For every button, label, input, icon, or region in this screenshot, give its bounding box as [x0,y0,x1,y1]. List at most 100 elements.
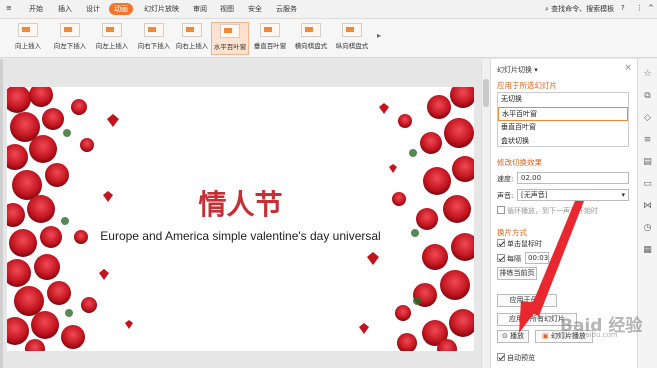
play-button[interactable]: ⊙ 播放 [497,330,529,343]
every-time-field[interactable]: 00:03 [525,252,549,264]
checkbox-checked-icon [497,239,505,247]
menu-more-icon[interactable]: ≡ [6,4,12,12]
play-label: 播放 [510,332,525,340]
transition-right-down-insert[interactable]: 向右下插入 [134,22,174,55]
transition-horizontal-blinds[interactable]: 水平百叶窗 [211,22,249,55]
image-icon[interactable]: ▭ [641,177,655,191]
menu-design[interactable]: 设计 [86,4,100,14]
transition-label: 垂直百叶窗 [253,42,287,50]
pane-title-text: 幻灯片切换 [497,66,532,74]
apply-master-button[interactable]: 应用于母版 [497,294,557,307]
transition-label: 向左上插入 [95,42,129,50]
every-checkbox[interactable]: 每隔 [497,254,521,264]
transition-label: 向右上插入 [175,42,209,50]
pane-title: 幻灯片切换 ▾ [497,65,538,75]
transition-label: 向左下插入 [53,42,87,50]
chevron-down-icon[interactable]: ▾ [534,66,538,74]
checkbox-checked-icon [497,254,505,262]
transition-preview-icon [220,24,240,38]
scrollbar-thumb[interactable] [483,79,489,107]
transition-left-up-insert[interactable]: 向左上插入 [92,22,132,55]
transition-preview-icon [260,23,280,37]
transition-preview-icon [60,23,80,37]
transition-up-insert[interactable]: 向上插入 [8,22,48,55]
list-item[interactable]: 垂直百叶窗 [498,121,628,135]
shapes-icon[interactable]: ◇ [641,111,655,125]
transition-right-up-insert[interactable]: 向右上插入 [172,22,212,55]
menu-bar: ≡ 开始 插入 设计 动画 幻灯片放映 审阅 视图 安全 云服务 ⌕ 查找命令、… [0,0,657,19]
close-icon[interactable]: × [624,63,632,73]
sliders-icon[interactable]: ≡ [641,133,655,147]
menu-review[interactable]: 审阅 [193,4,207,14]
app-window: ≡ 开始 插入 设计 动画 幻灯片放映 审阅 视图 安全 云服务 ⌕ 查找命令、… [0,0,657,368]
transition-preview-icon [301,23,321,37]
list-item[interactable]: 无切换 [498,93,628,107]
loop-checkbox[interactable]: 循环播放，到下一声音开始时 [497,206,598,216]
menu-start[interactable]: 开始 [29,4,43,14]
collapse-icon[interactable]: ^ [648,4,654,12]
grid-icon[interactable]: ▦ [641,243,655,257]
transition-vertical-blinds[interactable]: 垂直百叶窗 [251,22,289,55]
menu-cloud[interactable]: 云服务 [276,4,297,14]
sound-value: [无声音] [521,191,548,199]
transition-list[interactable]: 无切换 水平百叶窗 垂直百叶窗 盒状切换 [497,92,629,147]
transition-preview-icon [182,23,202,37]
list-item-selected[interactable]: 水平百叶窗 [498,107,628,121]
transition-vertical-checkerboard[interactable]: 纵向棋盘式 [332,22,372,55]
transition-label: 水平百叶窗 [213,43,247,51]
autopreview-checkbox[interactable]: 自动预览 [497,353,535,363]
transition-ribbon: 向上插入 向左下插入 向左上插入 向右下插入 向右上插入 水平百叶窗 垂直百叶窗… [0,19,657,58]
menu-animation[interactable]: 动画 [109,3,133,15]
watermark-url: jingyan.baidu.com [553,331,618,339]
checkbox-checked-icon [497,353,505,361]
menu-slideshow[interactable]: 幻灯片放映 [144,4,179,14]
speed-value: 02.00 [521,174,542,182]
transition-preview-icon [144,23,164,37]
every-time-value: 00:03 [528,254,549,262]
menu-view[interactable]: 视图 [220,4,234,14]
command-search[interactable]: ⌕ 查找命令、搜索模板 [545,4,614,14]
on-click-checkbox[interactable]: 单击鼠标时 [497,239,542,249]
slideshow-icon: ▣ [542,332,549,340]
star-icon[interactable]: ☆ [641,67,655,81]
speed-label: 速度: [497,175,514,183]
document-icon[interactable]: ▤ [641,155,655,169]
slide-canvas: 情人节 Europe and America simple valentine'… [3,59,480,368]
chevron-down-icon: ▾ [621,191,625,199]
history-icon[interactable]: ◷ [641,221,655,235]
autopreview-label: 自动预览 [507,354,535,362]
menu-security[interactable]: 安全 [248,4,262,14]
slide-subtitle[interactable]: Europe and America simple valentine's da… [7,229,474,243]
modify-section-heading: 修改切换效果 [497,158,542,167]
copy-icon[interactable]: ⧉ [641,89,655,103]
transition-preview-icon [18,23,38,37]
transition-label: 向右下插入 [137,42,171,50]
vertical-scrollbar[interactable] [481,59,490,368]
transition-preview-icon [102,23,122,37]
loop-label: 循环播放，到下一声音开始时 [507,207,598,215]
advance-section-heading: 换片方式 [497,228,527,237]
help-icon[interactable]: ? [621,4,625,12]
search-icon: ⌕ [545,5,549,13]
transition-label: 横向棋盘式 [294,42,328,50]
transition-label: 纵向棋盘式 [335,42,369,50]
transition-left-down-insert[interactable]: 向左下插入 [50,22,90,55]
menu-insert[interactable]: 插入 [58,4,72,14]
slide[interactable]: 情人节 Europe and America simple valentine'… [7,87,474,351]
command-search-text: 查找命令、搜索模板 [551,5,615,13]
transition-horizontal-checkerboard[interactable]: 横向棋盘式 [291,22,331,55]
menu-more-options-icon[interactable]: ⋮ [636,4,643,12]
sound-select[interactable]: [无声音] ▾ [517,189,629,201]
list-item[interactable]: 盒状切换 [498,135,628,146]
apply-section-heading: 应用于所选幻灯片 [497,81,557,90]
on-click-label: 单击鼠标时 [507,240,542,248]
rehearse-button[interactable]: 排练当前页 [497,267,537,280]
share-icon[interactable]: ⋈ [641,199,655,213]
transition-label: 向上插入 [15,42,41,50]
checkbox-icon [497,206,505,214]
speed-field[interactable]: 02.00 [517,172,629,184]
every-label: 每隔 [507,255,521,263]
play-icon: ⊙ [501,332,508,340]
sound-label: 声音: [497,192,514,200]
slide-title[interactable]: 情人节 [7,183,474,223]
